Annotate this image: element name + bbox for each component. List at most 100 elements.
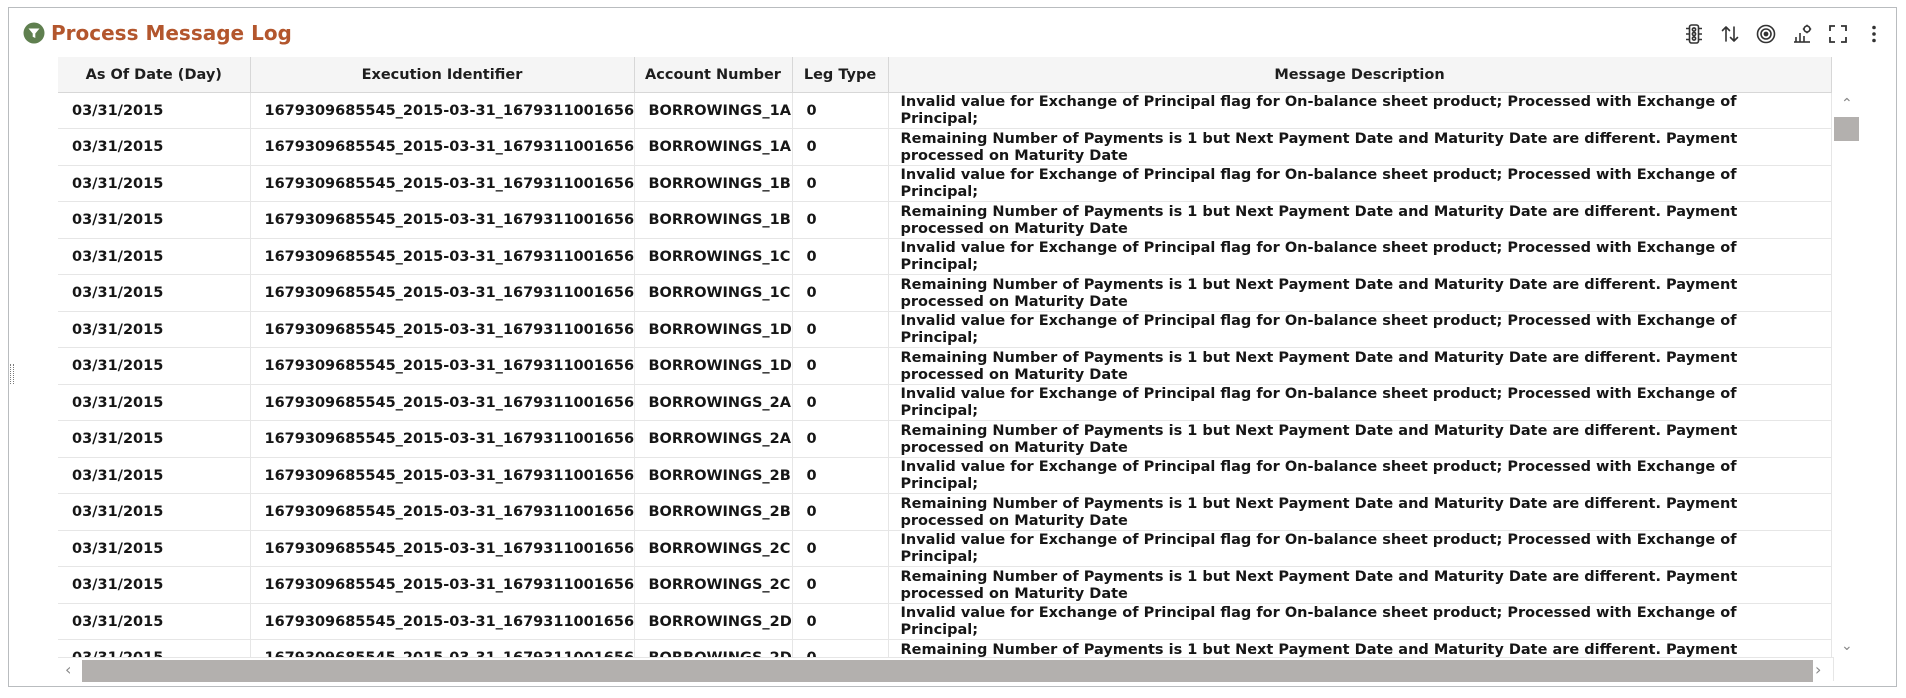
cell-message-description: Remaining Number of Payments is 1 but Ne…: [888, 566, 1832, 604]
table-row[interactable]: 03/31/20151679309685545_2015-03-31_16793…: [58, 457, 1832, 494]
horizontal-scroll-thumb[interactable]: [82, 660, 1813, 682]
cell-as-of-date: 03/31/2015: [58, 347, 251, 385]
cell-message-description: Invalid value for Exchange of Principal …: [888, 165, 1832, 202]
panel-toolbar: [1682, 22, 1886, 46]
scroll-left-icon[interactable]: ‹: [65, 661, 71, 679]
cell-as-of-date: 03/31/2015: [58, 274, 251, 312]
cell-account-number: BORROWINGS_1D: [634, 311, 793, 348]
cell-message-description: Remaining Number of Payments is 1 but Ne…: [888, 274, 1832, 312]
cell-message-description: Invalid value for Exchange of Principal …: [888, 238, 1832, 275]
message-text: Remaining Number of Payments is 1 but Ne…: [900, 350, 1738, 383]
cell-leg-type: 0: [792, 201, 889, 239]
vertical-scroll-thumb[interactable]: [1834, 117, 1859, 141]
cell-leg-type: 0: [792, 238, 889, 275]
cell-execution-identifier: 1679309685545_2015-03-31_1679311001656_1: [250, 603, 635, 640]
cell-execution-identifier: 1679309685545_2015-03-31_1679311001656_1: [250, 384, 635, 421]
table-row[interactable]: 03/31/20151679309685545_2015-03-31_16793…: [58, 92, 1832, 129]
cell-leg-type: 0: [792, 457, 889, 494]
cell-execution-identifier: 1679309685545_2015-03-31_1679311001656_1: [250, 92, 635, 129]
cell-execution-identifier: 1679309685545_2015-03-31_1679311001656_1: [250, 493, 635, 531]
table-row[interactable]: 03/31/20151679309685545_2015-03-31_16793…: [58, 603, 1832, 640]
cell-message-description: Invalid value for Exchange of Principal …: [888, 603, 1832, 640]
more-options-icon[interactable]: [1862, 22, 1886, 46]
table-row[interactable]: 03/31/20151679309685545_2015-03-31_16793…: [58, 566, 1832, 604]
message-text: Invalid value for Exchange of Principal …: [900, 94, 1737, 127]
traffic-light-icon[interactable]: [1682, 22, 1706, 46]
scrollbar-corner: [1833, 657, 1860, 681]
message-text: Remaining Number of Payments is 1 but Ne…: [900, 131, 1738, 164]
cell-as-of-date: 03/31/2015: [58, 311, 251, 348]
cell-as-of-date: 03/31/2015: [58, 420, 251, 458]
message-log-table: As Of Date (Day) Execution Identifier Ac…: [58, 57, 1860, 682]
cell-leg-type: 0: [792, 603, 889, 640]
cell-leg-type: 0: [792, 566, 889, 604]
table-row[interactable]: 03/31/20151679309685545_2015-03-31_16793…: [58, 347, 1832, 385]
cell-leg-type: 0: [792, 384, 889, 421]
message-text: Invalid value for Exchange of Principal …: [900, 240, 1737, 273]
scroll-down-icon[interactable]: ⌄: [1841, 639, 1853, 653]
cell-as-of-date: 03/31/2015: [58, 128, 251, 166]
cell-account-number: BORROWINGS_1B: [634, 165, 793, 202]
table-row[interactable]: 03/31/20151679309685545_2015-03-31_16793…: [58, 201, 1832, 239]
table-row[interactable]: 03/31/20151679309685545_2015-03-31_16793…: [58, 420, 1832, 458]
filter-funnel-icon[interactable]: [23, 22, 45, 44]
table-row[interactable]: 03/31/20151679309685545_2015-03-31_16793…: [58, 238, 1832, 275]
cell-execution-identifier: 1679309685545_2015-03-31_1679311001656_1: [250, 420, 635, 458]
message-text: Invalid value for Exchange of Principal …: [900, 386, 1737, 419]
column-header-leg-type[interactable]: Leg Type: [792, 57, 889, 93]
scroll-right-icon[interactable]: ›: [1815, 661, 1821, 679]
message-text: Invalid value for Exchange of Principal …: [900, 532, 1737, 565]
cell-message-description: Invalid value for Exchange of Principal …: [888, 384, 1832, 421]
column-header-message-description[interactable]: Message Description: [888, 57, 1832, 93]
message-text: Remaining Number of Payments is 1 but Ne…: [900, 569, 1738, 602]
table-row[interactable]: 03/31/20151679309685545_2015-03-31_16793…: [58, 165, 1832, 202]
vertical-scrollbar[interactable]: ⌃ ⌄: [1833, 93, 1860, 658]
cell-message-description: Remaining Number of Payments is 1 but Ne…: [888, 420, 1832, 458]
cell-leg-type: 0: [792, 493, 889, 531]
cell-account-number: BORROWINGS_1A: [634, 128, 793, 166]
cell-as-of-date: 03/31/2015: [58, 92, 251, 129]
resize-handle[interactable]: [10, 364, 14, 384]
cell-as-of-date: 03/31/2015: [58, 384, 251, 421]
fullscreen-icon[interactable]: [1826, 22, 1850, 46]
column-header-execution-identifier[interactable]: Execution Identifier: [250, 57, 635, 93]
cell-execution-identifier: 1679309685545_2015-03-31_1679311001656_1: [250, 274, 635, 312]
sort-icon[interactable]: [1718, 22, 1742, 46]
panel-header: Process Message Log: [9, 8, 1896, 58]
cell-execution-identifier: 1679309685545_2015-03-31_1679311001656_1: [250, 238, 635, 275]
cell-leg-type: 0: [792, 420, 889, 458]
scroll-up-icon[interactable]: ⌃: [1841, 97, 1853, 111]
cell-account-number: BORROWINGS_2A: [634, 384, 793, 421]
table-row[interactable]: 03/31/20151679309685545_2015-03-31_16793…: [58, 530, 1832, 567]
cell-as-of-date: 03/31/2015: [58, 201, 251, 239]
cell-leg-type: 0: [792, 165, 889, 202]
cell-message-description: Invalid value for Exchange of Principal …: [888, 457, 1832, 494]
table-row[interactable]: 03/31/20151679309685545_2015-03-31_16793…: [58, 311, 1832, 348]
cell-account-number: BORROWINGS_1B: [634, 201, 793, 239]
column-header-as-of-date[interactable]: As Of Date (Day): [58, 57, 251, 93]
target-icon[interactable]: [1754, 22, 1778, 46]
table-row[interactable]: 03/31/20151679309685545_2015-03-31_16793…: [58, 493, 1832, 531]
cell-leg-type: 0: [792, 311, 889, 348]
cell-account-number: BORROWINGS_2B: [634, 493, 793, 531]
cell-account-number: BORROWINGS_1C: [634, 238, 793, 275]
table-row[interactable]: 03/31/20151679309685545_2015-03-31_16793…: [58, 128, 1832, 166]
message-text: Remaining Number of Payments is 1 but Ne…: [900, 277, 1738, 310]
cell-message-description: Invalid value for Exchange of Principal …: [888, 92, 1832, 129]
cell-as-of-date: 03/31/2015: [58, 165, 251, 202]
message-text: Remaining Number of Payments is 1 but Ne…: [900, 204, 1738, 237]
cell-message-description: Remaining Number of Payments is 1 but Ne…: [888, 347, 1832, 385]
cell-account-number: BORROWINGS_1C: [634, 274, 793, 312]
cell-as-of-date: 03/31/2015: [58, 603, 251, 640]
cell-leg-type: 0: [792, 274, 889, 312]
cell-leg-type: 0: [792, 530, 889, 567]
table-row[interactable]: 03/31/20151679309685545_2015-03-31_16793…: [58, 274, 1832, 312]
table-row[interactable]: 03/31/20151679309685545_2015-03-31_16793…: [58, 384, 1832, 421]
page-title: Process Message Log: [51, 21, 292, 45]
cell-as-of-date: 03/31/2015: [58, 530, 251, 567]
cell-message-description: Remaining Number of Payments is 1 but Ne…: [888, 201, 1832, 239]
horizontal-scrollbar[interactable]: ‹ ›: [58, 657, 1860, 682]
column-header-account-number[interactable]: Account Number: [634, 57, 793, 93]
cell-as-of-date: 03/31/2015: [58, 238, 251, 275]
chart-settings-icon[interactable]: [1790, 22, 1814, 46]
